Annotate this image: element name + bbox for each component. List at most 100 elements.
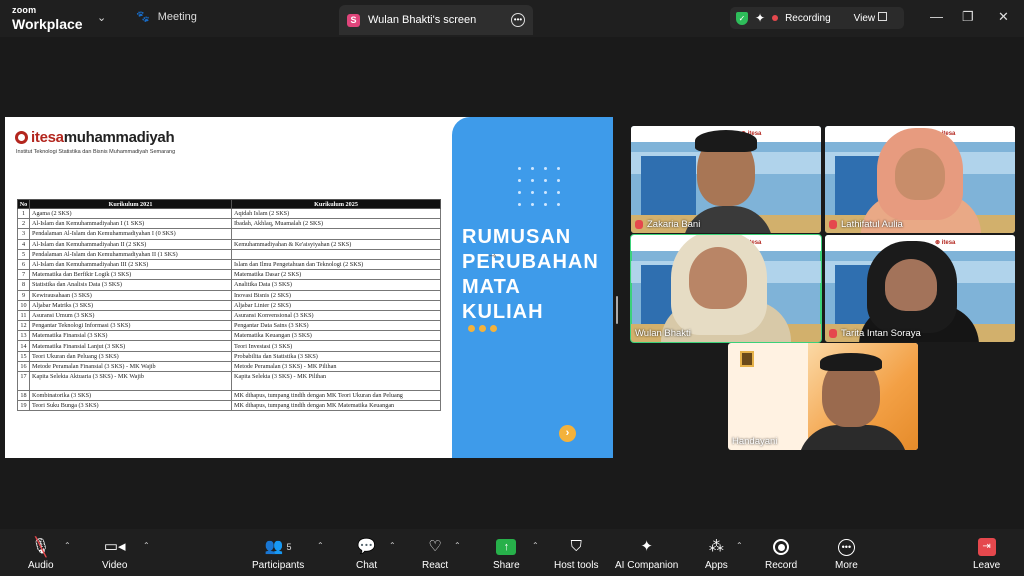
video-tile-handayani[interactable]: Handayani xyxy=(728,343,918,450)
meeting-tab[interactable]: 🐾 Meeting xyxy=(136,10,197,24)
video-tile-wulan[interactable]: ⊛ itesa Wulan Bhakti xyxy=(630,234,822,343)
chevron-down-icon[interactable]: ⌄ xyxy=(97,11,106,24)
ai-companion-button[interactable]: ✦ AI Companion xyxy=(615,537,678,571)
decorative-dot-grid xyxy=(518,167,566,211)
cell-kurikulum-2021: Pendalaman Al-Islam dan Kemuhammadiyahan… xyxy=(29,228,232,240)
cell-kurikulum-2025: Analitika Data (3 SKS) xyxy=(231,279,441,291)
audio-options-caret-icon[interactable]: ⌃ xyxy=(64,541,71,550)
share-caret-icon[interactable]: ⌃ xyxy=(532,541,539,550)
apps-icon: ⁂ xyxy=(708,538,724,555)
zoom-workplace-logo[interactable]: zoom Workplace xyxy=(12,5,83,32)
react-button[interactable]: ♡ React xyxy=(422,537,448,571)
table-row: 3 Pendalaman Al-Islam dan Kemuhammadiyaha… xyxy=(17,228,441,240)
mic-muted-icon: 🎙 ╲ xyxy=(31,537,51,557)
video-tile-lathifatul[interactable]: ⊛ itesa Lathifatul Aulia xyxy=(825,126,1015,233)
cell-kurikulum-2021: Agama (2 SKS) xyxy=(29,207,232,220)
itesa-logo: itesamuhammadiyah xyxy=(15,129,175,146)
minimize-icon[interactable]: — xyxy=(930,9,943,24)
chat-caret-icon[interactable]: ⌃ xyxy=(389,541,396,550)
record-icon xyxy=(773,539,790,555)
host-tools-button[interactable]: ⛉ Host tools xyxy=(554,537,598,571)
cell-kurikulum-2021: Matematika Finansial Lanjut (3 SKS) xyxy=(29,340,232,352)
table-row: 4 Al-Islam dan Kemuhammadiyahan II (2 SKS… xyxy=(17,238,441,250)
video-tile-zakaria[interactable]: ⊛ itesa Zakaria Bani xyxy=(631,126,821,233)
share-button[interactable]: ↑ Share xyxy=(493,537,520,571)
shield-icon[interactable]: ✓ xyxy=(736,11,748,25)
cell-kurikulum-2021: Statistika dan Analisis Data (3 SKS) xyxy=(29,279,232,291)
video-button[interactable]: ▭◂ Video xyxy=(102,537,127,571)
slide-title-line: MATA xyxy=(462,276,521,298)
cell-kurikulum-2021: Pengantar Teknologi Informasi (3 SKS) xyxy=(29,320,232,332)
cell-kurikulum-2021: Matematika Finansial (3 SKS) xyxy=(29,330,232,342)
row-number: 10 xyxy=(17,299,30,311)
table-row: 14 Matematika Finansial Lanjut (3 SKS) Teo… xyxy=(17,340,441,352)
cell-kurikulum-2025 xyxy=(231,248,441,260)
more-button[interactable]: ••• More xyxy=(835,537,858,571)
cell-kurikulum-2025: Aljabar Linier (2 SKS) xyxy=(231,299,441,311)
host-tools-label: Host tools xyxy=(554,560,599,571)
row-number: 6 xyxy=(17,258,30,271)
screen-share-tab[interactable]: S Wulan Bhakti's screen ••• xyxy=(339,5,533,35)
cell-kurikulum-2021: Aljabar Matriks (3 SKS) xyxy=(29,299,232,311)
close-icon[interactable]: ✕ xyxy=(998,9,1009,25)
cell-kurikulum-2021: Kapita Selekta Aktuaria (3 SKS) - MK Waj… xyxy=(29,371,232,391)
leave-button[interactable]: ⇥ Leave xyxy=(973,537,1000,571)
row-number: 8 xyxy=(17,279,30,291)
share-screen-icon: ↑ xyxy=(496,539,517,555)
institute-name: Institut Teknologi Statistika dan Bisnis… xyxy=(16,149,176,155)
apps-caret-icon[interactable]: ⌃ xyxy=(736,541,743,550)
brand-workplace: Workplace xyxy=(12,16,83,32)
cell-kurikulum-2021: Kombinatorika (3 SKS) xyxy=(29,389,232,402)
maximize-icon[interactable]: ❐ xyxy=(962,9,974,25)
header-2025: Kurikulum 2025 xyxy=(231,199,441,209)
cell-kurikulum-2025: MK dihapus, tumpang tindih dengan MK Teo… xyxy=(231,389,441,402)
table-row: 12 Pengantar Teknologi Informasi (3 SKS) P… xyxy=(17,320,441,332)
react-caret-icon[interactable]: ⌃ xyxy=(454,541,461,550)
cell-kurikulum-2025: Islam dan Ilmu Pengetahuan dan Teknologi… xyxy=(231,258,441,271)
audio-button[interactable]: 🎙 ╲ Audio xyxy=(28,537,54,571)
table-row: 11 Asuransi Umum (3 SKS) Asuransi Konvensi… xyxy=(17,309,441,322)
brand-zoom: zoom xyxy=(12,5,37,15)
row-number: 17 xyxy=(17,371,30,391)
participants-icon: 👥 5 xyxy=(264,538,292,555)
cell-kurikulum-2025: Inovasi Bisnis (2 SKS) xyxy=(231,289,441,301)
share-label: Share xyxy=(493,560,520,571)
participants-count: 5 xyxy=(286,542,292,552)
slide-title-panel: RUMUSAN PERUBAHAN MATA KULIAH › xyxy=(452,117,613,458)
row-number: 3 xyxy=(17,228,30,240)
ai-sparkle-icon: ✦ xyxy=(640,538,653,555)
leave-door-icon: ⇥ xyxy=(977,538,996,556)
participants-caret-icon[interactable]: ⌃ xyxy=(317,541,324,550)
video-label: Video xyxy=(102,560,128,571)
row-number: 11 xyxy=(17,309,30,322)
ai-sparkle-icon[interactable]: ✦ xyxy=(755,11,765,25)
cell-kurikulum-2025: Ibadah, Akhlaq, Muamalah (2 SKS) xyxy=(231,218,441,230)
row-number: 4 xyxy=(17,238,30,250)
next-slide-button[interactable]: › xyxy=(559,425,576,442)
record-button[interactable]: Record xyxy=(765,537,797,571)
table-row: 10 Aljabar Matriks (3 SKS) Aljabar Linier … xyxy=(17,299,441,311)
video-tile-tarita[interactable]: ⊛ itesa Tarita Intan Soraya xyxy=(825,235,1015,342)
cell-kurikulum-2021: Pendalaman Al-Islam dan Kemuhammadiyahan… xyxy=(29,248,232,260)
more-options-icon[interactable]: ••• xyxy=(511,13,525,27)
video-options-caret-icon[interactable]: ⌃ xyxy=(143,541,150,550)
apps-button[interactable]: ⁂ Apps xyxy=(705,537,728,571)
cell-kurikulum-2025: MK dihapus, tumpang tindih dengan MK Mat… xyxy=(231,400,441,412)
participants-button[interactable]: 👥 5 Participants xyxy=(252,537,304,571)
recording-label[interactable]: Recording xyxy=(785,13,831,24)
react-label: React xyxy=(422,560,449,571)
table-row: 17 Kapita Selekta Aktuaria (3 SKS) - MK W… xyxy=(17,371,441,391)
view-button[interactable]: View xyxy=(854,12,888,24)
row-number: 1 xyxy=(17,207,30,220)
cell-kurikulum-2025: Kapita Selekta (3 SKS) - MK Pilihan xyxy=(231,371,441,391)
table-row: 16 Metode Peramalan Finansial (3 SKS) - M… xyxy=(17,360,441,373)
shared-screen[interactable]: itesamuhammadiyah Institut Teknologi Sta… xyxy=(5,117,613,458)
cell-kurikulum-2025: Teori Investasi (3 SKS) xyxy=(231,340,441,352)
cell-kurikulum-2021: Al-Islam dan Kemuhammadiyahan I (1 SKS) xyxy=(29,218,232,230)
zoom-meeting-window: zoom Workplace ⌄ 🐾 Meeting S Wulan Bhakt… xyxy=(0,0,1024,576)
pane-splitter-handle[interactable] xyxy=(616,296,618,324)
mouse-cursor-icon: ⇾ xyxy=(488,251,497,262)
logo-text-red: itesa xyxy=(31,129,64,146)
chat-button[interactable]: 💬 Chat xyxy=(356,537,377,571)
share-tab-label: Wulan Bhakti's screen xyxy=(368,14,477,26)
